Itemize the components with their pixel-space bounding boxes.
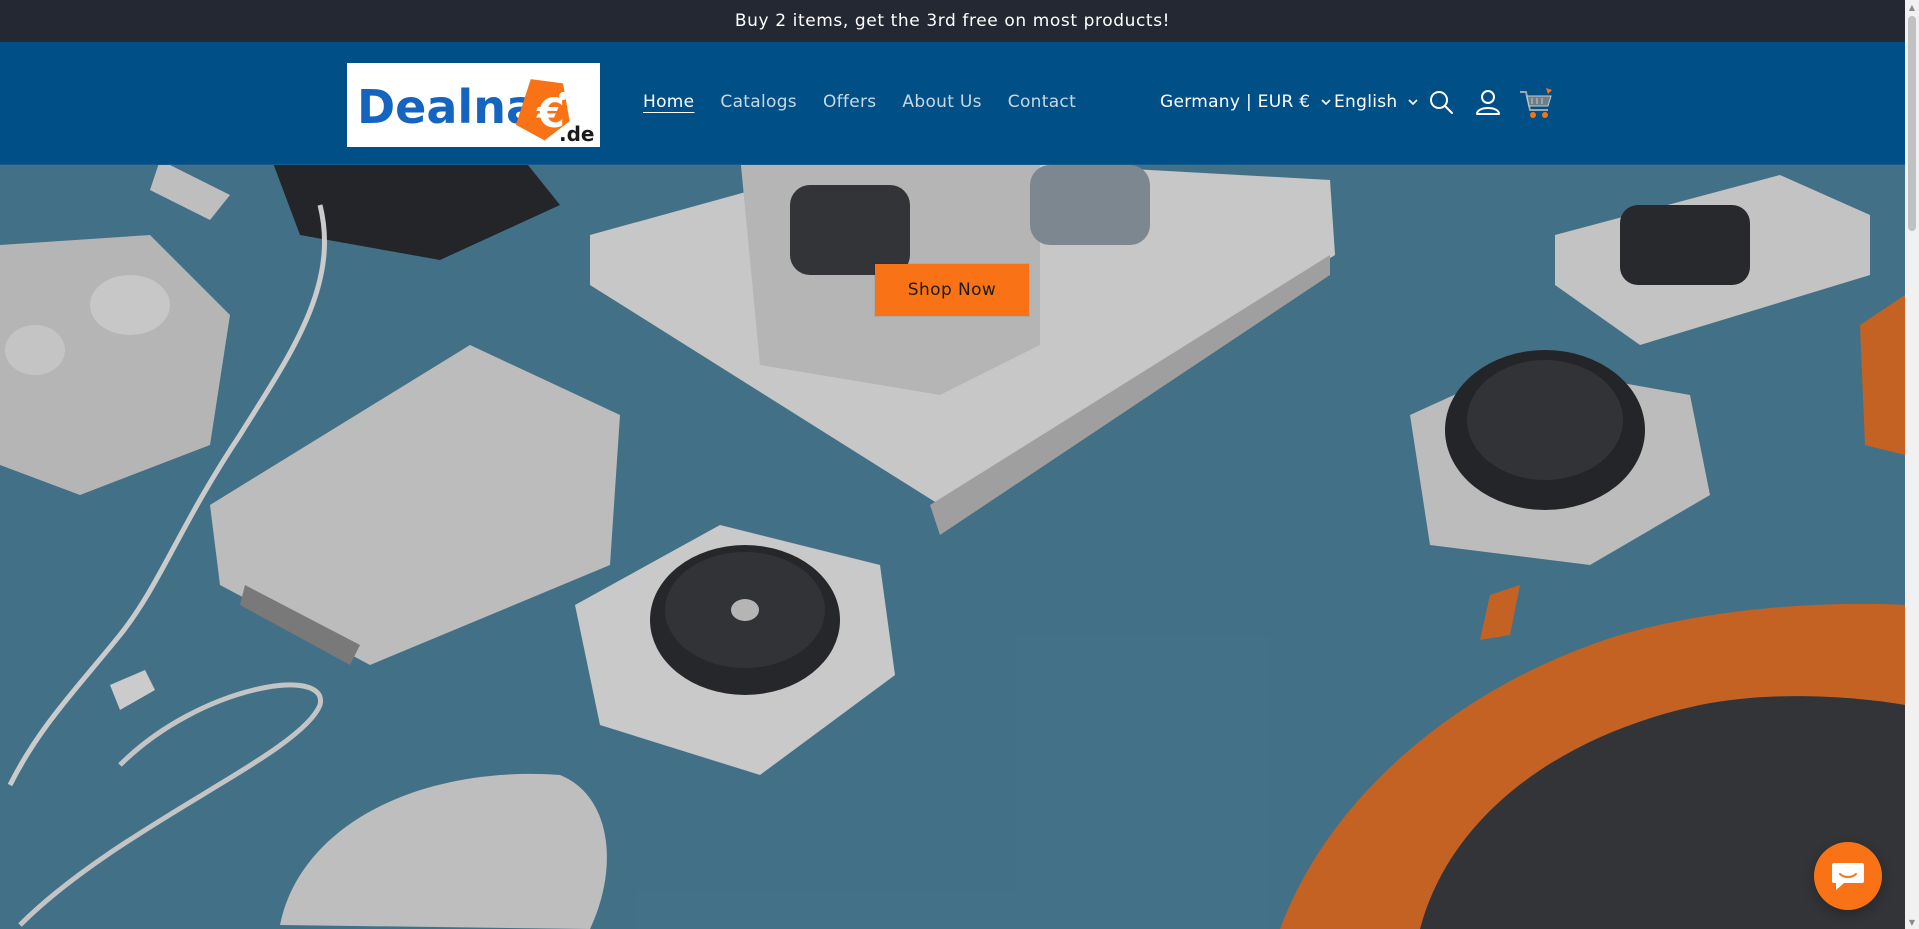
scroll-down-arrow-icon[interactable]: ▼ — [1905, 915, 1919, 929]
main-nav: Home Catalogs Offers About Us Contact — [643, 92, 1076, 112]
logo-tld-text: .de — [559, 122, 594, 146]
chat-bubble-icon — [1832, 863, 1864, 890]
cart-button[interactable] — [1518, 86, 1554, 120]
shopping-cart-icon — [1520, 88, 1552, 118]
site-logo[interactable]: Dealna € .de — [347, 63, 600, 147]
scroll-up-arrow-icon[interactable]: ▲ — [1905, 0, 1919, 14]
chevron-down-icon — [1408, 99, 1419, 106]
nav-item-about-us[interactable]: About Us — [902, 92, 981, 112]
account-button[interactable] — [1474, 88, 1502, 116]
site-header: Dealna € .de Home Catalogs Offers About … — [0, 42, 1905, 165]
country-selector[interactable]: Germany | EUR € — [1160, 92, 1332, 112]
logo-graphic: Dealna € .de — [347, 63, 600, 147]
nav-item-home[interactable]: Home — [643, 92, 694, 112]
nav-item-contact[interactable]: Contact — [1008, 92, 1076, 112]
country-selector-label: Germany | EUR € — [1160, 92, 1311, 112]
nav-item-catalogs[interactable]: Catalogs — [720, 92, 797, 112]
user-icon — [1476, 90, 1500, 115]
chevron-down-icon — [1321, 99, 1331, 106]
language-selector[interactable]: English — [1334, 92, 1419, 112]
page-scrollbar[interactable]: ▲ ▼ — [1905, 0, 1919, 929]
logo-name-text: Dealna — [357, 80, 537, 134]
chat-button[interactable] — [1814, 842, 1882, 910]
announcement-text: Buy 2 items, get the 3rd free on most pr… — [734, 11, 1171, 31]
announcement-bar: Buy 2 items, get the 3rd free on most pr… — [0, 0, 1905, 42]
search-button[interactable] — [1427, 88, 1455, 116]
scrollbar-thumb[interactable] — [1908, 16, 1916, 231]
nav-item-offers[interactable]: Offers — [823, 92, 876, 112]
shop-now-button[interactable]: Shop Now — [875, 264, 1029, 316]
hero-banner: Shop Now — [0, 165, 1905, 929]
language-selector-label: English — [1334, 92, 1398, 112]
search-icon — [1430, 91, 1453, 114]
